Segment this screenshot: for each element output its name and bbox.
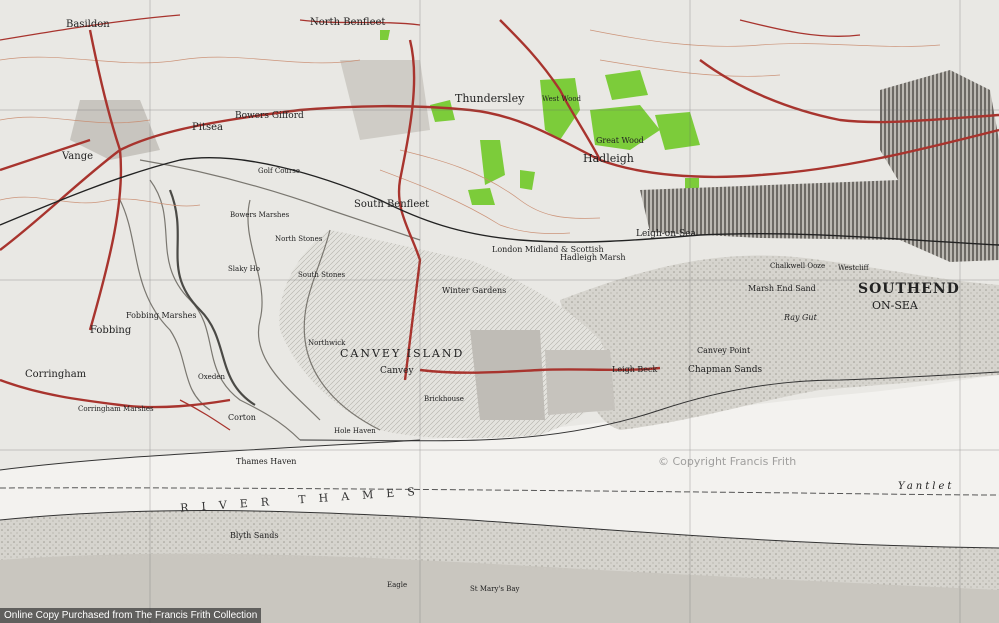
label-thames-haven: Thames Haven [236, 457, 297, 466]
label-hole-haven: Hole Haven [334, 427, 376, 435]
label-corringham: Corringham [25, 369, 87, 380]
label-winter-gardens: Winter Gardens [442, 286, 507, 295]
label-yantlet: Yantlet [898, 481, 955, 492]
label-on-sea: ON-SEA [872, 299, 918, 312]
label-st-marys-bay: St Mary's Bay [470, 585, 520, 593]
purchase-credit: Online Copy Purchased from The Francis F… [0, 608, 262, 623]
label-west-wood: West Wood [542, 95, 582, 103]
label-chapman-sands: Chapman Sands [688, 365, 763, 375]
label-southend: SOUTHEND [858, 281, 960, 297]
label-blyth-sands: Blyth Sands [230, 531, 279, 540]
label-eagle: Eagle [387, 581, 408, 589]
label-golf-course: Golf Course [258, 167, 301, 175]
label-corringham-marshes: Corringham Marshes [78, 405, 154, 413]
label-corton: Corton [228, 413, 256, 422]
label-canvey-island: CANVEY ISLAND [340, 347, 465, 360]
historic-os-map[interactable]: Basildon North Benfleet Thundersley Bowe… [0, 0, 999, 623]
label-pitsea: Pitsea [192, 122, 223, 133]
label-canvey-point: Canvey Point [697, 346, 751, 355]
label-northwick: Northwick [308, 339, 346, 347]
label-ray-gut: Ray Gut [784, 313, 817, 322]
label-fobbing: Fobbing [90, 325, 132, 336]
label-leigh-beck: Leigh Beck [612, 365, 658, 374]
label-bowers-gifford: Bowers Gifford [235, 111, 304, 121]
label-brickhouse: Brickhouse [424, 395, 464, 403]
label-slaky-ho: Slaky Ho [228, 265, 260, 273]
label-south-benfleet: South Benfleet [354, 199, 430, 210]
copyright-watermark: © Copyright Francis Frith [658, 455, 797, 468]
label-leigh-on-sea: Leigh-on-Sea [636, 229, 696, 239]
label-marsh-end-sand: Marsh End Sand [748, 284, 816, 293]
label-vange: Vange [62, 151, 94, 162]
label-hadleigh-marsh: Hadleigh Marsh [560, 253, 626, 262]
label-great-wood: Great Wood [596, 136, 644, 145]
label-bowers-marshes: Bowers Marshes [230, 211, 290, 219]
label-chalkwell-ooze: Chalkwell Ooze [770, 262, 826, 270]
label-westcliff: Westcliff [838, 264, 869, 272]
label-north-stones: North Stones [275, 235, 323, 243]
label-railway: London Midland & Scottish [492, 245, 604, 254]
label-basildon: Basildon [66, 19, 110, 30]
label-fobbing-marshes: Fobbing Marshes [126, 311, 197, 320]
label-north-benfleet: North Benfleet [310, 17, 386, 28]
label-canvey: Canvey [380, 366, 414, 376]
label-oxeden: Oxeden [198, 373, 225, 381]
label-south-stones: South Stones [298, 271, 346, 279]
label-hadleigh: Hadleigh [583, 152, 634, 165]
label-thundersley: Thundersley [455, 92, 525, 105]
